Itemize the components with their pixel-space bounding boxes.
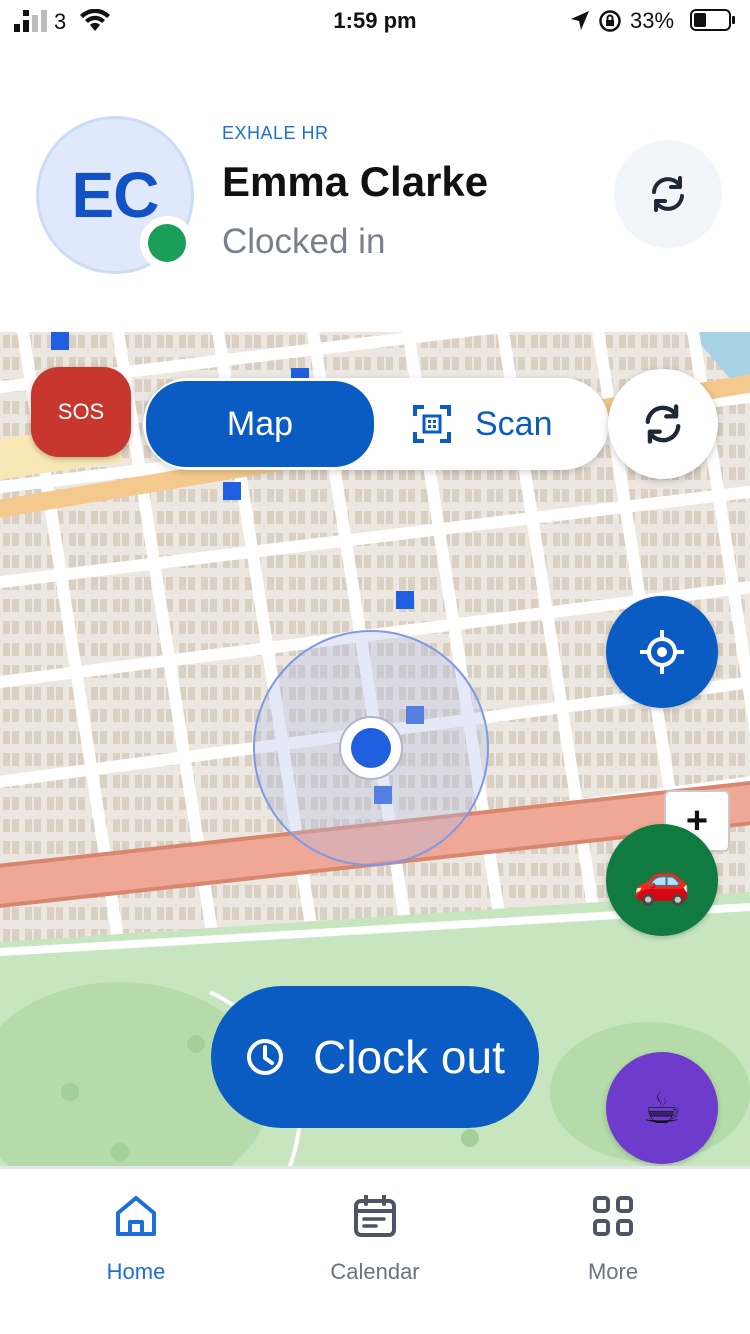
avatar-initials: EC [71, 159, 160, 231]
crosshair-icon [640, 630, 684, 674]
clock-out-button[interactable]: Clock out [211, 986, 539, 1128]
home-icon [116, 1196, 156, 1236]
calendar-icon [354, 1195, 396, 1237]
nav-home-label: Home [106, 1259, 166, 1284]
nav-more[interactable]: More [513, 1195, 713, 1285]
battery-percent: 33% [630, 8, 675, 33]
orientation-lock-icon [599, 10, 621, 32]
qr-scan-icon [413, 405, 451, 443]
clock-status: Clocked in [222, 222, 386, 261]
user-name: Emma Clarke [222, 158, 489, 205]
nav-calendar[interactable]: Calendar [275, 1195, 475, 1285]
nav-home[interactable]: Home [36, 1195, 236, 1285]
my-location-button[interactable] [606, 596, 718, 708]
car-icon: 🚗 [633, 853, 691, 906]
online-status-indicator [140, 216, 194, 270]
map-refresh-button[interactable] [608, 369, 718, 479]
nav-more-label: More [587, 1259, 639, 1284]
travel-button[interactable]: 🚗 [606, 824, 718, 936]
location-arrow-icon [571, 11, 589, 30]
coffee-icon: ☕ [642, 1083, 682, 1133]
refresh-icon [645, 404, 681, 444]
bottom-navigation: Home Calendar More [0, 1166, 750, 1334]
nav-calendar-label: Calendar [330, 1259, 420, 1284]
status-bar: 3 1:59 pm 33% [0, 0, 750, 44]
break-button[interactable]: ☕ [606, 1052, 718, 1164]
company-name: EXHALE HR [222, 123, 329, 143]
sos-button[interactable]: SOS [31, 367, 131, 457]
tab-map[interactable]: Map [146, 381, 374, 467]
refresh-button[interactable] [614, 140, 722, 248]
tab-scan[interactable]: Scan [413, 378, 553, 470]
map-scan-toggle[interactable]: Map Scan [143, 378, 609, 470]
tab-scan-label: Scan [475, 404, 553, 443]
clock-icon [247, 1039, 284, 1075]
battery-icon [690, 9, 735, 31]
clock-out-label: Clock out [313, 1031, 505, 1083]
refresh-icon [652, 176, 684, 212]
grid-icon [593, 1196, 633, 1236]
